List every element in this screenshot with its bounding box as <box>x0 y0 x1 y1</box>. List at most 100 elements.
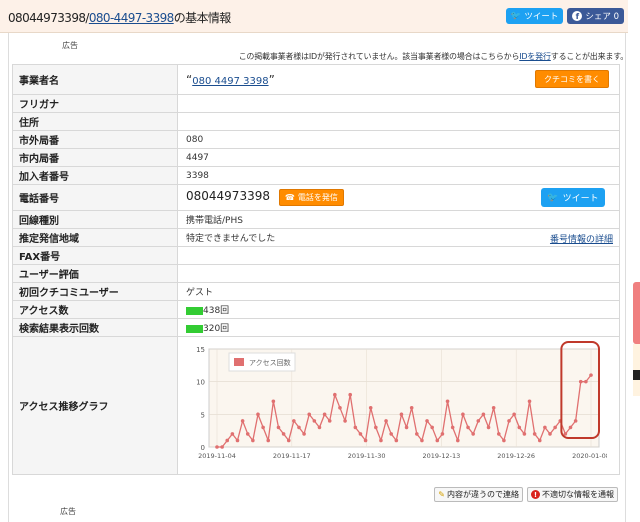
business-name: “080 4497 3398” <box>186 72 275 87</box>
chart-data-point <box>573 419 578 423</box>
chart-x-tick-label: 2019-11-04 <box>198 452 236 459</box>
access-count: 438回 <box>203 306 230 316</box>
search-bar <box>186 324 203 333</box>
chart-data-point <box>589 373 593 377</box>
row-area-code: 市外局番 080 <box>12 130 620 149</box>
chart-data-point <box>512 412 516 417</box>
chart-data-point <box>450 425 455 430</box>
ad-label-top: 広告 <box>62 41 78 50</box>
chart-legend-label: アクセス回数 <box>249 358 291 367</box>
notice-text-after: することが出来ます。 <box>550 52 628 61</box>
side-tab-feedback[interactable] <box>633 282 640 344</box>
chart-data-point <box>455 438 460 443</box>
side-tab-marker <box>633 370 640 380</box>
write-review-button[interactable]: クチコミを書く <box>535 70 609 88</box>
chart-data-point <box>230 432 235 436</box>
row-furigana: フリガナ <box>12 94 620 113</box>
chart-data-point <box>281 432 286 436</box>
chart-data-point <box>266 438 271 443</box>
wrong-info-label: 内容が違うので連絡 <box>447 490 519 499</box>
value-search: 320回 <box>177 318 620 337</box>
chart-data-point <box>404 425 409 430</box>
page-title: 08044973398/080-4497-3398の基本情報 <box>8 9 231 26</box>
chart-data-point <box>415 432 419 436</box>
pencil-icon: ✎ <box>438 490 445 499</box>
label-phone: 電話番号 <box>12 184 178 211</box>
chart-x-tick-label: 2019-11-30 <box>348 452 386 459</box>
value-phone: 08044973398 ☎ 電話を発信 🐦 ツイート <box>177 184 620 211</box>
row-phone: 電話番号 08044973398 ☎ 電話を発信 🐦 ツイート <box>12 184 620 211</box>
id-notice: この掲載事業者様はIDが発行されていません。該当事業者様の場合はこちらからIDを… <box>239 51 629 62</box>
chart-data-point <box>317 425 322 430</box>
number-detail-link[interactable]: 番号情報の詳細 <box>550 232 613 245</box>
label-area-code: 市外局番 <box>12 130 178 149</box>
business-name-link[interactable]: 080 4497 3398 <box>192 76 268 87</box>
chart-data-point <box>425 419 429 423</box>
chart-data-point <box>578 379 583 384</box>
row-subscriber: 加入者番号 3398 <box>12 166 620 185</box>
chart-data-point <box>496 432 501 436</box>
phone-tweet-button[interactable]: 🐦 ツイート <box>541 188 605 207</box>
number-link[interactable]: 080-4497-3398 <box>89 11 174 25</box>
value-fax <box>177 246 620 265</box>
label-graph: アクセス推移グラフ <box>12 336 178 475</box>
label-subscriber: 加入者番号 <box>12 166 178 185</box>
facebook-share-button[interactable]: f シェア 0 <box>567 8 624 24</box>
phone-tweet-label: ツイート <box>562 194 599 204</box>
chart-data-point <box>297 425 301 430</box>
chart-data-point <box>302 432 306 436</box>
chart-x-tick-label: 2019-11-17 <box>273 452 311 459</box>
label-access: アクセス数 <box>12 300 178 319</box>
chart-data-point <box>502 438 506 443</box>
chart-data-point <box>584 379 588 384</box>
chart-data-point <box>389 432 393 436</box>
title-suffix: の基本情報 <box>173 11 232 25</box>
chart-data-point <box>440 432 445 436</box>
row-address: 住所 <box>12 112 620 131</box>
chart-data-point <box>240 419 245 423</box>
chart-data-point <box>312 419 317 423</box>
chart-x-tick-label: 2019-12-13 <box>423 452 461 459</box>
chart-data-point <box>543 425 547 430</box>
chart-data-point <box>322 412 327 417</box>
tweet-button[interactable]: 🐦 ツイート <box>505 8 564 24</box>
value-line-type: 携帯電話/PHS <box>177 210 620 229</box>
chart-data-point <box>548 432 552 436</box>
label-region: 推定発信地域 <box>12 228 178 247</box>
chart-data-point <box>491 406 496 410</box>
tweet-label: ツイート <box>524 12 559 22</box>
label-business-name: 事業者名 <box>12 64 178 95</box>
chart-data-point <box>358 432 363 436</box>
chart-data-point <box>368 406 373 410</box>
row-search: 検索結果表示回数 320回 <box>12 318 620 337</box>
chart-data-point <box>286 438 291 443</box>
region-text: 特定できませんでした <box>186 234 276 244</box>
chart-data-point <box>271 399 276 404</box>
value-area-code: 080 <box>177 130 620 149</box>
chart-legend-swatch <box>234 358 244 366</box>
chart-data-point <box>445 399 450 404</box>
number-plain: 08044973398 <box>8 11 86 25</box>
label-line-type: 回線種別 <box>12 210 178 229</box>
row-fax: FAX番号 <box>12 246 620 265</box>
label-local-code: 市内局番 <box>12 148 178 167</box>
chart-data-point <box>420 438 424 443</box>
row-access: アクセス数 438回 <box>12 300 620 319</box>
call-button[interactable]: ☎ 電話を発信 <box>278 189 344 206</box>
bottom-buttons: ✎ 内容が違うので連絡 ! 不適切な情報を通報 <box>434 487 618 502</box>
chart-data-point <box>333 392 337 397</box>
value-local-code: 4497 <box>177 148 620 167</box>
share-label: シェア 0 <box>585 12 619 22</box>
report-label: 不適切な情報を通報 <box>542 490 614 499</box>
chart-data-point <box>394 438 399 443</box>
chart-data-point <box>481 412 486 417</box>
value-graph: 0 5 10 15 2019-11-04 2019-11-17 2019-11-30 2019… <box>177 336 620 475</box>
report-button[interactable]: ! 不適切な情報を通報 <box>527 487 618 502</box>
issue-id-link[interactable]: IDを発行 <box>519 52 551 61</box>
chart-data-point <box>568 425 573 430</box>
chart-x-tick-label: 2020-01-08 <box>572 452 607 459</box>
chart-data-point <box>343 419 347 423</box>
chart-data-point <box>261 425 265 430</box>
ad-label-bottom: 広告 <box>60 507 76 516</box>
wrong-info-button[interactable]: ✎ 内容が違うので連絡 <box>434 487 523 502</box>
